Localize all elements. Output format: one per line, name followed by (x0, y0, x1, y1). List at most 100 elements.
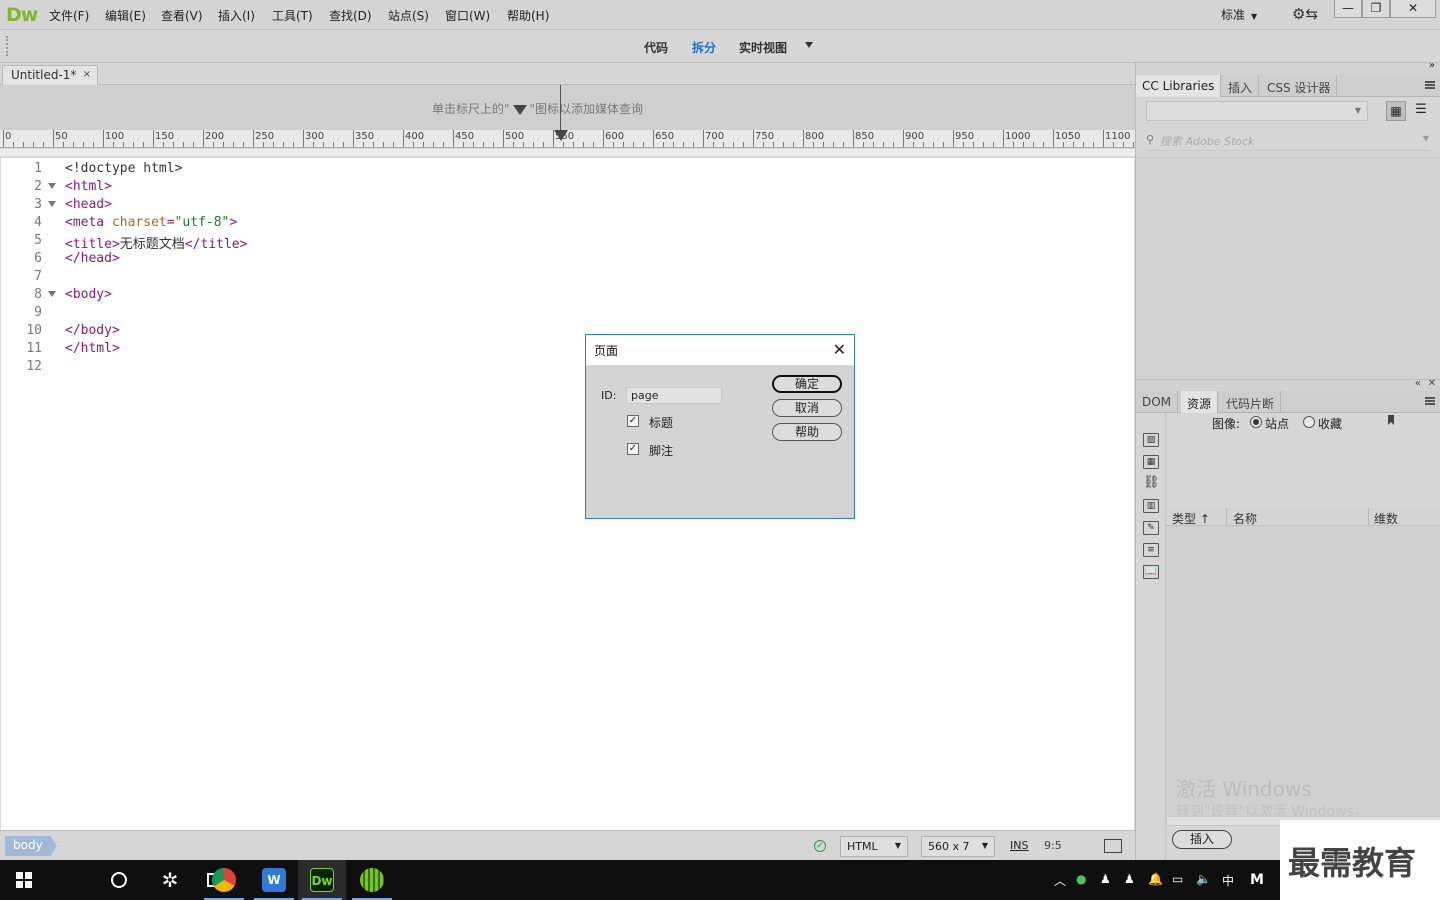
workspace-switcher[interactable]: 标准 ▼ (1221, 6, 1257, 23)
ime-indicator[interactable]: 中 (1222, 872, 1234, 889)
search-button[interactable] (48, 860, 127, 900)
code-line[interactable]: 9 (1, 305, 701, 323)
fold-toggle-icon[interactable] (48, 183, 56, 189)
close-button[interactable]: ✕ (1390, 0, 1436, 18)
tab-cc-libraries[interactable]: CC Libraries (1136, 75, 1222, 97)
insert-asset-button[interactable]: 插入 (1172, 830, 1232, 849)
dialog-close-icon[interactable]: ✕ (833, 340, 846, 359)
code-line[interactable]: 8 <body> (1, 287, 701, 305)
document-tab[interactable]: Untitled-1* × (2, 65, 98, 85)
media-icon[interactable]: ▥ (1143, 499, 1159, 513)
menu-find[interactable]: 查找(D) (329, 7, 372, 24)
cancel-button[interactable]: 取消 (772, 399, 842, 417)
bookmark-icon[interactable] (1388, 415, 1394, 425)
tab-css-designer[interactable]: CSS 设计器 (1261, 75, 1338, 97)
chevron-down-icon[interactable]: ▼ (1423, 134, 1429, 143)
code-line[interactable]: 4 <meta charset="utf-8"> (1, 215, 701, 233)
fold-toggle-icon[interactable] (48, 201, 56, 207)
stock-search-input[interactable] (1160, 132, 1410, 150)
preview-in-browser-icon[interactable] (1104, 839, 1122, 853)
tag-selector-body[interactable]: body (5, 836, 57, 856)
wechat-icon[interactable]: ● (1076, 872, 1086, 886)
ime-mode-indicator[interactable]: M (1250, 872, 1264, 888)
tab-dom[interactable]: DOM (1136, 391, 1179, 413)
help-button[interactable]: 帮助 (772, 423, 842, 441)
sync-settings-gear-icon[interactable]: ⚙⇆ (1292, 5, 1318, 23)
scripts-icon[interactable]: ✎ (1143, 521, 1159, 535)
collapse-panels-icon[interactable]: » (1429, 60, 1435, 71)
ok-button[interactable]: 确定 (772, 375, 842, 393)
menu-insert[interactable]: 插入(I) (218, 7, 255, 24)
tab-snippets[interactable]: 代码片断 (1220, 391, 1282, 413)
column-name[interactable]: 名称 (1233, 510, 1257, 527)
toolbar-grip[interactable] (6, 36, 8, 56)
column-type[interactable]: 类型 ↑ (1172, 510, 1210, 527)
document-type-select[interactable]: HTML ▼ (840, 836, 908, 857)
start-button[interactable] (0, 860, 48, 900)
taskbar-chrome[interactable] (200, 860, 248, 900)
code-line[interactable]: 5 <title>无标题文档</title> (1, 233, 701, 252)
split-view-button[interactable]: 拆分 (692, 39, 716, 56)
restore-button[interactable]: ❐ (1362, 0, 1390, 18)
urls-icon[interactable]: ⛓ (1143, 476, 1160, 491)
tab-insert[interactable]: 插入 (1222, 75, 1260, 97)
menu-window[interactable]: 窗口(W) (445, 7, 490, 24)
taskbar-dreamweaver[interactable]: Dw (298, 860, 346, 900)
menu-site[interactable]: 站点(S) (388, 7, 429, 24)
code-line[interactable]: 1 <!doctype html> (1, 161, 701, 179)
images-icon[interactable]: ▨ (1143, 433, 1159, 447)
menu-help[interactable]: 帮助(H) (507, 7, 549, 24)
taskbar-app-1[interactable]: ✲ (146, 860, 194, 900)
no-errors-check-icon[interactable]: ✓ (814, 840, 826, 852)
id-input[interactable] (626, 387, 722, 404)
library-icon[interactable]: 📖 (1143, 565, 1159, 579)
colors-icon[interactable]: ▦ (1143, 455, 1159, 469)
templates-icon[interactable]: ≡ (1143, 543, 1159, 557)
panel-divider[interactable]: « ✕ (1136, 378, 1440, 391)
notification-bell-icon[interactable]: 🔔 (1148, 872, 1163, 886)
favorites-radio[interactable] (1303, 416, 1315, 428)
code-line[interactable]: 3 <head> (1, 197, 701, 215)
minimize-button[interactable]: — (1334, 0, 1362, 18)
close-tab-icon[interactable]: × (83, 69, 91, 80)
panel-menu-icon[interactable] (1425, 397, 1435, 405)
tab-assets[interactable]: 资源 (1181, 391, 1219, 413)
code-line[interactable]: 7 (1, 269, 701, 287)
footer-checkbox[interactable]: ✓ (627, 443, 639, 455)
dialog-title-bar[interactable]: 页面 ✕ (586, 335, 854, 365)
menu-file[interactable]: 文件(F) (49, 7, 89, 24)
close-panel-icon[interactable]: ✕ (1428, 378, 1436, 389)
split-divider[interactable] (0, 149, 1135, 157)
fold-toggle-icon[interactable] (48, 291, 56, 297)
menu-view[interactable]: 查看(V) (161, 7, 203, 24)
site-radio[interactable] (1250, 416, 1262, 428)
menu-tools[interactable]: 工具(T) (272, 7, 313, 24)
column-dimensions[interactable]: 维数 (1374, 510, 1398, 527)
collapse-icon[interactable]: « (1415, 378, 1421, 389)
window-size-select[interactable]: 560 x 7 ▼ (921, 836, 995, 857)
insert-mode-indicator[interactable]: INS (1010, 839, 1028, 852)
panel-menu-icon[interactable] (1425, 81, 1435, 89)
taskbar-app-green[interactable] (348, 860, 396, 900)
qq-icon[interactable]: ♟ (1100, 872, 1111, 886)
library-select[interactable]: ▼ (1146, 101, 1368, 121)
ruler-tick (913, 142, 914, 147)
list-view-icon[interactable]: ☰ (1411, 101, 1431, 121)
volume-icon[interactable]: 🔈 (1196, 872, 1211, 886)
taskbar-wps[interactable]: W (250, 860, 298, 900)
qq2-icon[interactable]: ♟ (1124, 872, 1135, 886)
grid-view-icon[interactable]: ▦ (1386, 101, 1406, 121)
task-view-button[interactable] (96, 860, 225, 900)
code-line[interactable]: 2 <html> (1, 179, 701, 197)
menu-edit[interactable]: 编辑(E) (105, 7, 146, 24)
code-line[interactable]: 6 </head> (1, 251, 701, 269)
title-checkbox[interactable]: ✓ (627, 415, 639, 427)
show-hidden-icons[interactable]: ︿ (1054, 872, 1066, 889)
panel-collapse-strip[interactable]: » (1136, 60, 1440, 75)
network-icon[interactable]: ▭ (1172, 872, 1183, 886)
live-view-button[interactable]: 实时视图 (739, 39, 787, 56)
live-view-dropdown-icon[interactable] (805, 42, 813, 48)
ruler-media-query-marker-icon[interactable] (554, 130, 568, 141)
code-view-button[interactable]: 代码 (644, 39, 668, 56)
code-editor[interactable]: 1 <!doctype html> 2 <html> 3 <head> 4 <meta cha… (1, 158, 1134, 830)
